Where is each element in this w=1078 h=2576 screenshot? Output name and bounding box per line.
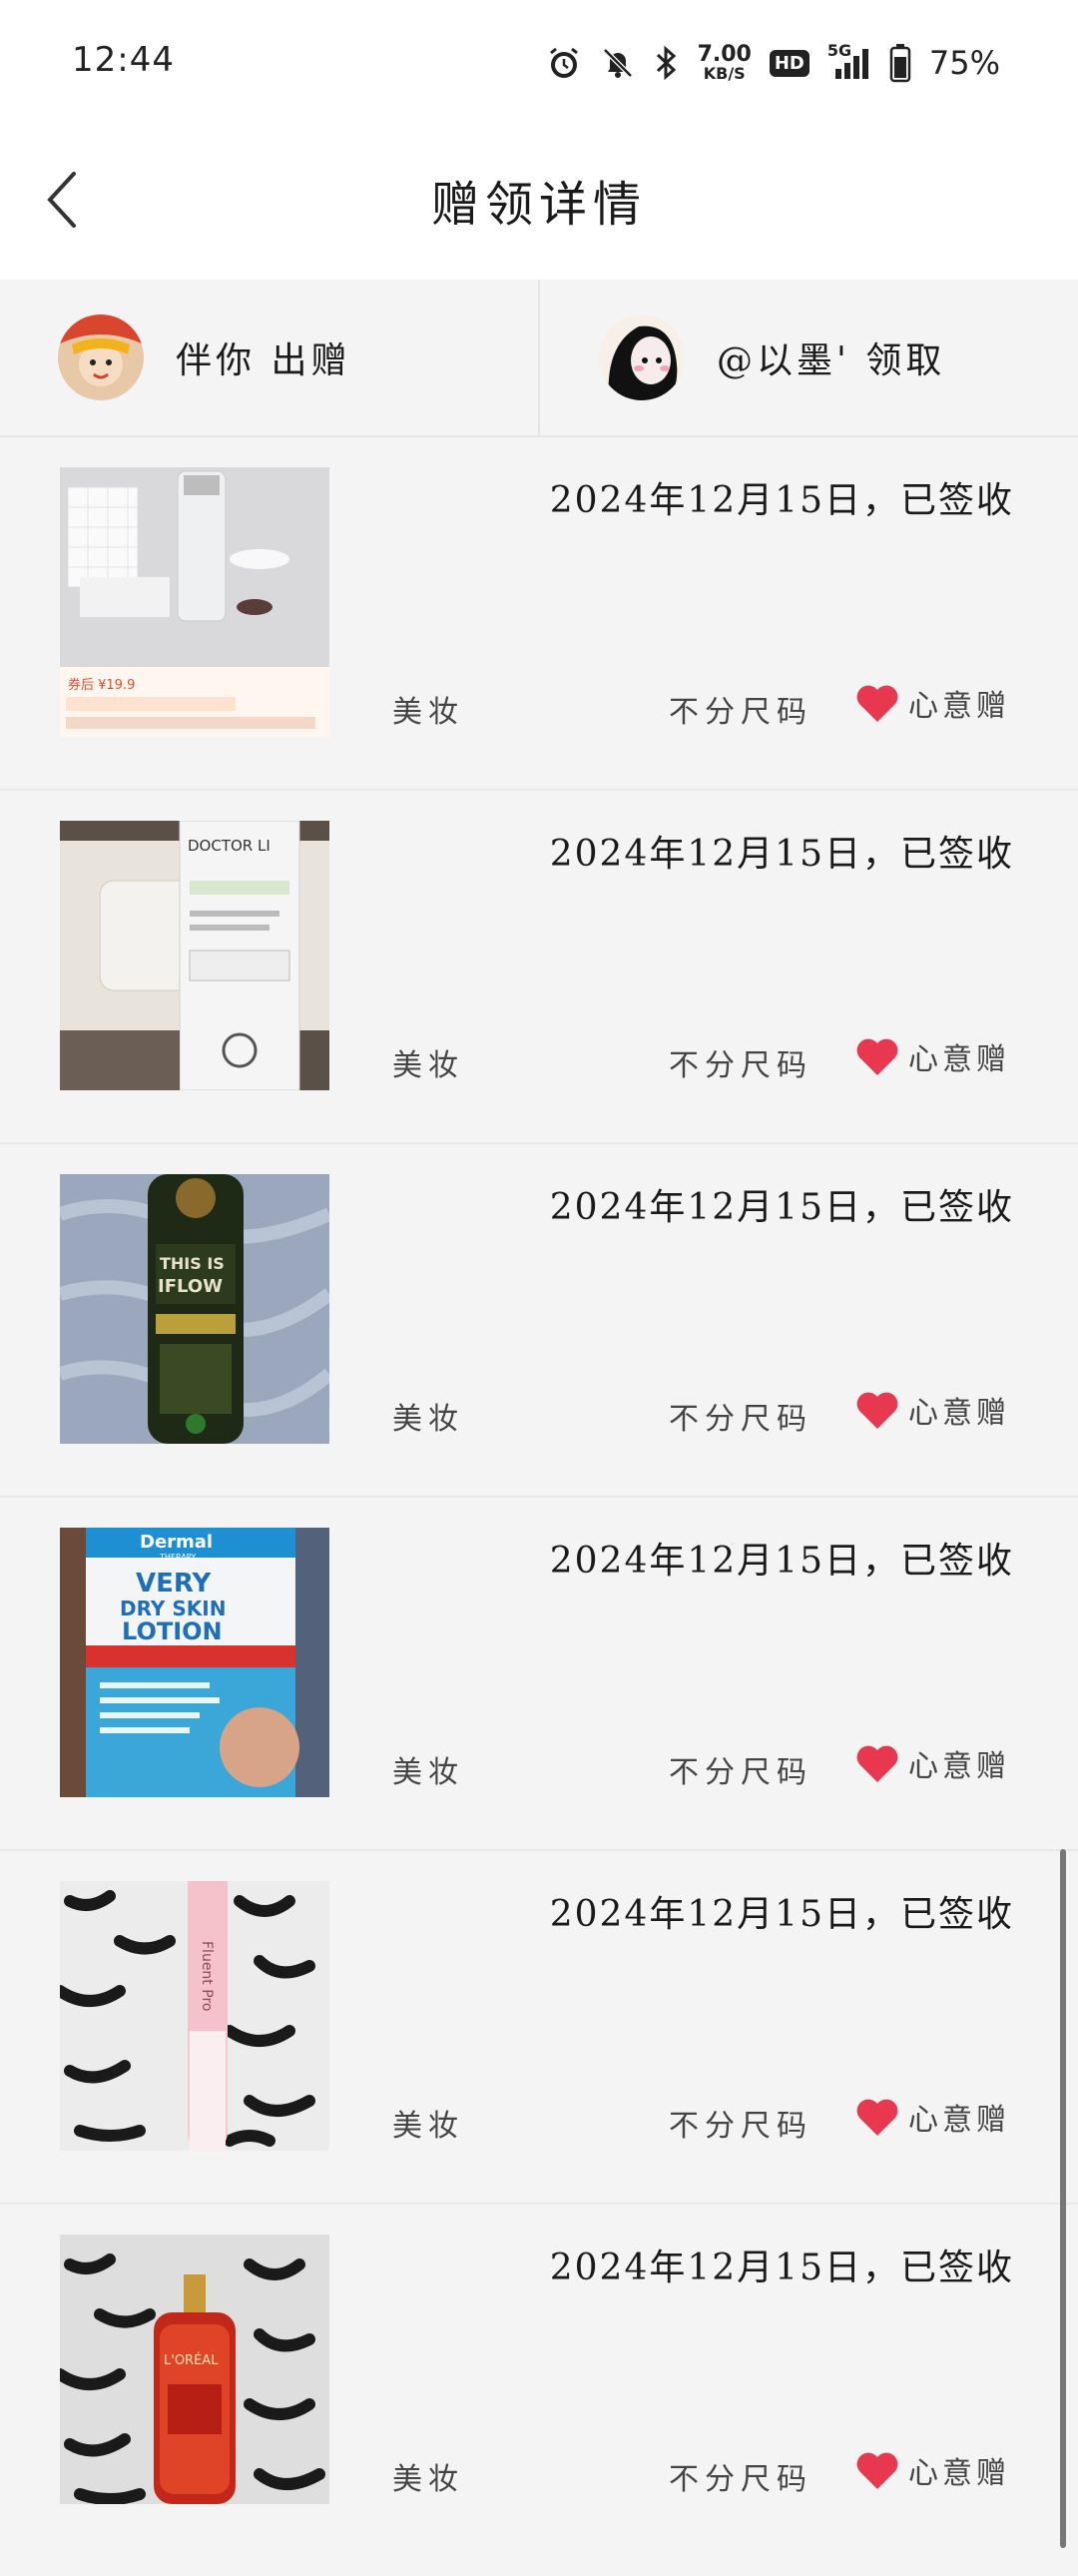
item-category: 美妆 — [392, 2462, 464, 2497]
item-thumbnail[interactable]: THIS IS IFLOW — [60, 1174, 329, 1444]
network-label: 5G — [826, 41, 852, 60]
receiver-text: @以墨' 领取 — [717, 340, 946, 381]
hd-icon: HD — [769, 49, 809, 77]
brand-text: L'ORÉAL — [164, 2352, 219, 2368]
gift-type: 心意赠 — [854, 1388, 1010, 1432]
item-thumbnail[interactable]: Fluent Pro — [60, 1881, 329, 2151]
gift-type: 心意赠 — [854, 1741, 1010, 1785]
item-category: 美妆 — [392, 1048, 464, 1083]
gift-type: 心意赠 — [854, 1034, 1010, 1078]
product-text-1: VERY — [136, 1569, 212, 1599]
product-text-3: LOTION — [122, 1617, 223, 1645]
bottle-text-2: IFLOW — [158, 1276, 223, 1297]
scrollbar[interactable] — [1060, 1849, 1066, 2548]
gift-type: 心意赠 — [854, 681, 1010, 725]
item-date: 2024年12月15日，已签收 — [549, 480, 1014, 521]
receiver[interactable]: @以墨' 领取 — [599, 280, 1058, 435]
status-time: 12:44 — [72, 40, 175, 80]
gift-item[interactable]: 券后 ¥19.9 2024年12月15日，已签收 美妆 不分尺码 心意赠 — [0, 437, 1078, 791]
gift-item-list: 券后 ¥19.9 2024年12月15日，已签收 美妆 不分尺码 心意赠 DOC… — [0, 437, 1078, 2556]
battery-level: 75% — [928, 44, 1000, 82]
heart-icon — [856, 1745, 898, 1782]
gift-type: 心意赠 — [854, 2095, 1010, 2139]
gift-type-label: 心意赠 — [908, 689, 1010, 724]
header: 赠领详情 — [0, 125, 1078, 280]
battery-icon — [889, 43, 911, 83]
item-thumbnail[interactable]: 券后 ¥19.9 — [60, 467, 329, 737]
brand-text: DOCTOR LI — [188, 837, 270, 855]
item-date: 2024年12月15日，已签收 — [549, 1894, 1014, 1935]
receiver-avatar[interactable] — [599, 315, 685, 400]
speed-icon: 7.00 KB/S — [698, 44, 752, 82]
gift-item[interactable]: L'ORÉAL 2024年12月15日，已签收 美妆 不分尺码 心意赠 — [0, 2205, 1078, 2556]
item-size: 不分尺码 — [669, 1402, 812, 1437]
heart-icon — [856, 2452, 898, 2489]
gift-item[interactable]: Fluent Pro 2024年12月15日，已签收 美妆 不分尺码 心意赠 — [0, 1851, 1078, 2205]
column-divider — [538, 280, 540, 435]
giver-text: 伴你 出赠 — [176, 340, 351, 381]
signal-icon: 5G — [827, 41, 871, 81]
item-date: 2024年12月15日，已签收 — [549, 834, 1014, 875]
gift-type-label: 心意赠 — [908, 1749, 1010, 1784]
status-bar: 12:44 7.00 KB/S HD 5G 75% — [0, 0, 1078, 125]
item-size: 不分尺码 — [669, 1755, 812, 1790]
item-category: 美妆 — [392, 1402, 464, 1437]
item-category: 美妆 — [392, 695, 464, 730]
item-thumbnail[interactable]: L'ORÉAL — [60, 2235, 329, 2504]
item-date: 2024年12月15日，已签收 — [549, 1541, 1014, 1582]
brand-sub-text: THERAPY — [159, 1553, 196, 1562]
heart-icon — [856, 1038, 898, 1075]
item-thumbnail[interactable]: DOCTOR LI — [60, 821, 329, 1090]
gift-item[interactable]: Dermal THERAPY VERY DRY SKIN LOTION 2024… — [0, 1498, 1078, 1851]
status-icons: 7.00 KB/S HD 5G 75% — [546, 38, 1000, 88]
gift-type-label: 心意赠 — [908, 2103, 1010, 2138]
item-date: 2024年12月15日，已签收 — [549, 2248, 1014, 2288]
gift-type: 心意赠 — [854, 2448, 1010, 2492]
gift-type-label: 心意赠 — [908, 2456, 1010, 2491]
heart-icon — [856, 1392, 898, 1429]
product-text: Fluent Pro — [199, 1941, 215, 2011]
gift-item[interactable]: THIS IS IFLOW 2024年12月15日，已签收 美妆 不分尺码 心意… — [0, 1144, 1078, 1498]
item-category: 美妆 — [392, 1755, 464, 1790]
giver-avatar[interactable] — [58, 315, 144, 400]
page-title: 赠领详情 — [430, 177, 647, 233]
gift-type-label: 心意赠 — [908, 1042, 1010, 1077]
item-thumbnail[interactable]: Dermal THERAPY VERY DRY SKIN LOTION — [60, 1528, 329, 1797]
mute-icon — [600, 45, 636, 81]
item-category: 美妆 — [392, 2109, 464, 2144]
item-size: 不分尺码 — [669, 1048, 812, 1083]
brand-text: Dermal — [140, 1532, 213, 1553]
speed-unit: KB/S — [703, 64, 746, 83]
giver[interactable]: 伴你 出赠 — [58, 280, 537, 435]
price-tag-text: 券后 ¥19.9 — [68, 677, 135, 693]
gift-item[interactable]: DOCTOR LI 2024年12月15日，已签收 美妆 不分尺码 心意赠 — [0, 791, 1078, 1144]
heart-icon — [856, 2099, 898, 2136]
item-date: 2024年12月15日，已签收 — [549, 1187, 1014, 1228]
alarm-icon — [546, 45, 582, 81]
item-size: 不分尺码 — [669, 695, 812, 730]
bluetooth-icon — [654, 45, 680, 81]
gift-type-label: 心意赠 — [908, 1396, 1010, 1431]
heart-icon — [856, 685, 898, 722]
gift-parties: 伴你 出赠 @以墨' 领取 — [0, 280, 1078, 437]
item-size: 不分尺码 — [669, 2109, 812, 2144]
item-size: 不分尺码 — [669, 2462, 812, 2497]
speed-value: 7.00 — [697, 42, 752, 67]
bottle-text-1: THIS IS — [160, 1254, 225, 1273]
